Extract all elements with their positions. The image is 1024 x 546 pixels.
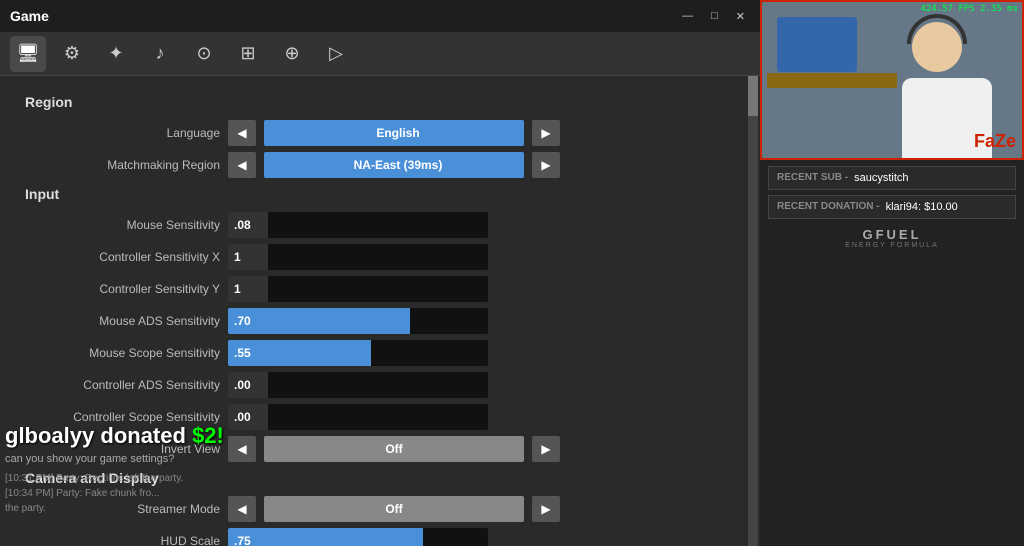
mouse-scope-fill: .55 <box>228 340 371 366</box>
mouse-ads-setting: Mouse ADS Sensitivity .70 <box>20 308 740 334</box>
mouse-scope-setting: Mouse Scope Sensitivity .55 <box>20 340 740 366</box>
language-value: English <box>264 120 524 146</box>
mouse-sensitivity-setting: Mouse Sensitivity .08 <box>20 212 740 238</box>
region-section-title: Region <box>20 94 740 110</box>
controller-sensitivity-y-fill: 1 <box>228 276 268 302</box>
recent-sub-name: saucystitch <box>854 172 908 184</box>
brightness-nav-icon[interactable]: ✦ <box>98 36 134 72</box>
scrollbar-thumb[interactable] <box>748 76 758 116</box>
donation-username: glboalyy <box>5 423 94 448</box>
fps-counter: 424.57 FPS 2.35 ms <box>920 4 1018 16</box>
controller-sensitivity-y-setting: Controller Sensitivity Y 1 <box>20 276 740 302</box>
language-label: Language <box>20 126 220 140</box>
language-prev-button[interactable]: ◀ <box>228 120 256 146</box>
monitor-nav-icon[interactable]: 🖥 <box>10 36 46 72</box>
recent-donation-bar: RECENT DONATION - klari94: $10.00 <box>768 195 1016 219</box>
chat-question: can you show your game settings? <box>5 453 355 465</box>
mouse-ads-label: Mouse ADS Sensitivity <box>20 314 220 328</box>
hud-scale-slider[interactable]: .75 <box>228 528 488 546</box>
hud-scale-setting: HUD Scale .75 <box>20 528 740 546</box>
chat-text-3: the party. <box>5 503 46 514</box>
controller-ads-setting: Controller ADS Sensitivity .00 <box>20 372 740 398</box>
controller-sensitivity-y-label: Controller Sensitivity Y <box>20 282 220 296</box>
streamer-mode-next-button[interactable]: ▶ <box>532 496 560 522</box>
matchmaking-label: Matchmaking Region <box>20 158 220 172</box>
stream-info: RECENT SUB - saucystitch RECENT DONATION… <box>760 160 1024 546</box>
mouse-ads-fill: .70 <box>228 308 410 334</box>
gear-nav-icon[interactable]: ⚙ <box>54 36 90 72</box>
webcam-area: 424.57 FPS 2.35 ms FaZe <box>760 0 1024 160</box>
recent-donation-label: RECENT DONATION - <box>777 201 880 213</box>
monitor-in-bg <box>777 17 857 72</box>
mouse-sensitivity-label: Mouse Sensitivity <box>20 218 220 232</box>
recent-sub-label: RECENT SUB - <box>777 172 848 184</box>
controller-ads-slider[interactable]: .00 <box>228 372 488 398</box>
controller-sensitivity-x-slider[interactable]: 1 <box>228 244 488 270</box>
controller-ads-fill: .00 <box>228 372 268 398</box>
faze-logo: FaZe <box>974 131 1016 152</box>
gfuel-text: GFUEL <box>768 227 1016 242</box>
controller-nav-icon[interactable]: ⊕ <box>274 36 310 72</box>
language-next-button[interactable]: ▶ <box>532 120 560 146</box>
accessibility-nav-icon[interactable]: ⊙ <box>186 36 222 72</box>
mouse-sensitivity-slider[interactable]: .08 <box>228 212 488 238</box>
chat-time-2: [10:34 PM] <box>5 488 56 499</box>
hud-scale-label: HUD Scale <box>20 534 220 546</box>
chat-messages: [10:31 PM] Party: Reptilins left the par… <box>5 471 355 516</box>
title-bar-controls: — □ ✕ <box>677 8 750 25</box>
controller-sensitivity-x-fill: 1 <box>228 244 268 270</box>
controller-sensitivity-x-setting: Controller Sensitivity X 1 <box>20 244 740 270</box>
chat-time-1: [10:31 PM] <box>5 473 56 484</box>
title-bar-left: Game <box>10 8 49 24</box>
chat-message-1: [10:31 PM] Party: Reptilins left the par… <box>5 471 355 486</box>
chat-overlay: glboalyy donated $2! can you show your g… <box>5 423 355 516</box>
matchmaking-prev-button[interactable]: ◀ <box>228 152 256 178</box>
mouse-ads-slider[interactable]: .70 <box>228 308 488 334</box>
play-nav-icon[interactable]: ▷ <box>318 36 354 72</box>
controller-sensitivity-y-slider[interactable]: 1 <box>228 276 488 302</box>
language-setting: Language ◀ English ▶ <box>20 120 740 146</box>
minimize-button[interactable]: — <box>677 8 698 25</box>
mouse-sensitivity-fill: .08 <box>228 212 268 238</box>
donation-verb-text: donated <box>100 423 186 448</box>
grid-nav-icon[interactable]: ⊞ <box>230 36 266 72</box>
scrollbar-track[interactable] <box>748 76 758 546</box>
chat-text-2: Party: Fake chunk fro... <box>56 488 159 499</box>
mouse-scope-slider[interactable]: .55 <box>228 340 488 366</box>
sidebar: 424.57 FPS 2.35 ms FaZe RECENT SUB - sau… <box>760 0 1024 546</box>
headphones <box>907 14 967 44</box>
donation-notification: glboalyy donated $2! <box>5 423 355 449</box>
input-section-title: Input <box>20 186 740 202</box>
title-bar: Game — □ ✕ <box>0 0 760 32</box>
invert-view-next-button[interactable]: ▶ <box>532 436 560 462</box>
controller-ads-label: Controller ADS Sensitivity <box>20 378 220 392</box>
controller-scope-label: Controller Scope Sensitivity <box>20 410 220 424</box>
chat-text-1: Party: Reptilins left the party. <box>56 473 183 484</box>
audio-nav-icon[interactable]: ♪ <box>142 36 178 72</box>
mouse-scope-label: Mouse Scope Sensitivity <box>20 346 220 360</box>
desk <box>767 73 897 88</box>
matchmaking-value: NA-East (39ms) <box>264 152 524 178</box>
gfuel-sub-text: ENERGY FORMULA <box>768 242 1016 249</box>
matchmaking-setting: Matchmaking Region ◀ NA-East (39ms) ▶ <box>20 152 740 178</box>
recent-sub-bar: RECENT SUB - saucystitch <box>768 166 1016 190</box>
hud-scale-fill: .75 <box>228 528 423 546</box>
controller-sensitivity-x-label: Controller Sensitivity X <box>20 250 220 264</box>
chat-message-3: the party. <box>5 501 355 516</box>
matchmaking-next-button[interactable]: ▶ <box>532 152 560 178</box>
chat-message-2: [10:34 PM] Party: Fake chunk fro... <box>5 486 355 501</box>
maximize-button[interactable]: □ <box>706 8 723 25</box>
donation-amount: $2! <box>192 423 224 448</box>
recent-donation-name: klari94: $10.00 <box>886 201 958 213</box>
close-button[interactable]: ✕ <box>731 8 750 25</box>
nav-bar: 🖥 ⚙ ✦ ♪ ⊙ ⊞ ⊕ ▷ <box>0 32 760 76</box>
window-title: Game <box>10 8 49 24</box>
gfuel-logo: GFUEL ENERGY FORMULA <box>768 227 1016 249</box>
